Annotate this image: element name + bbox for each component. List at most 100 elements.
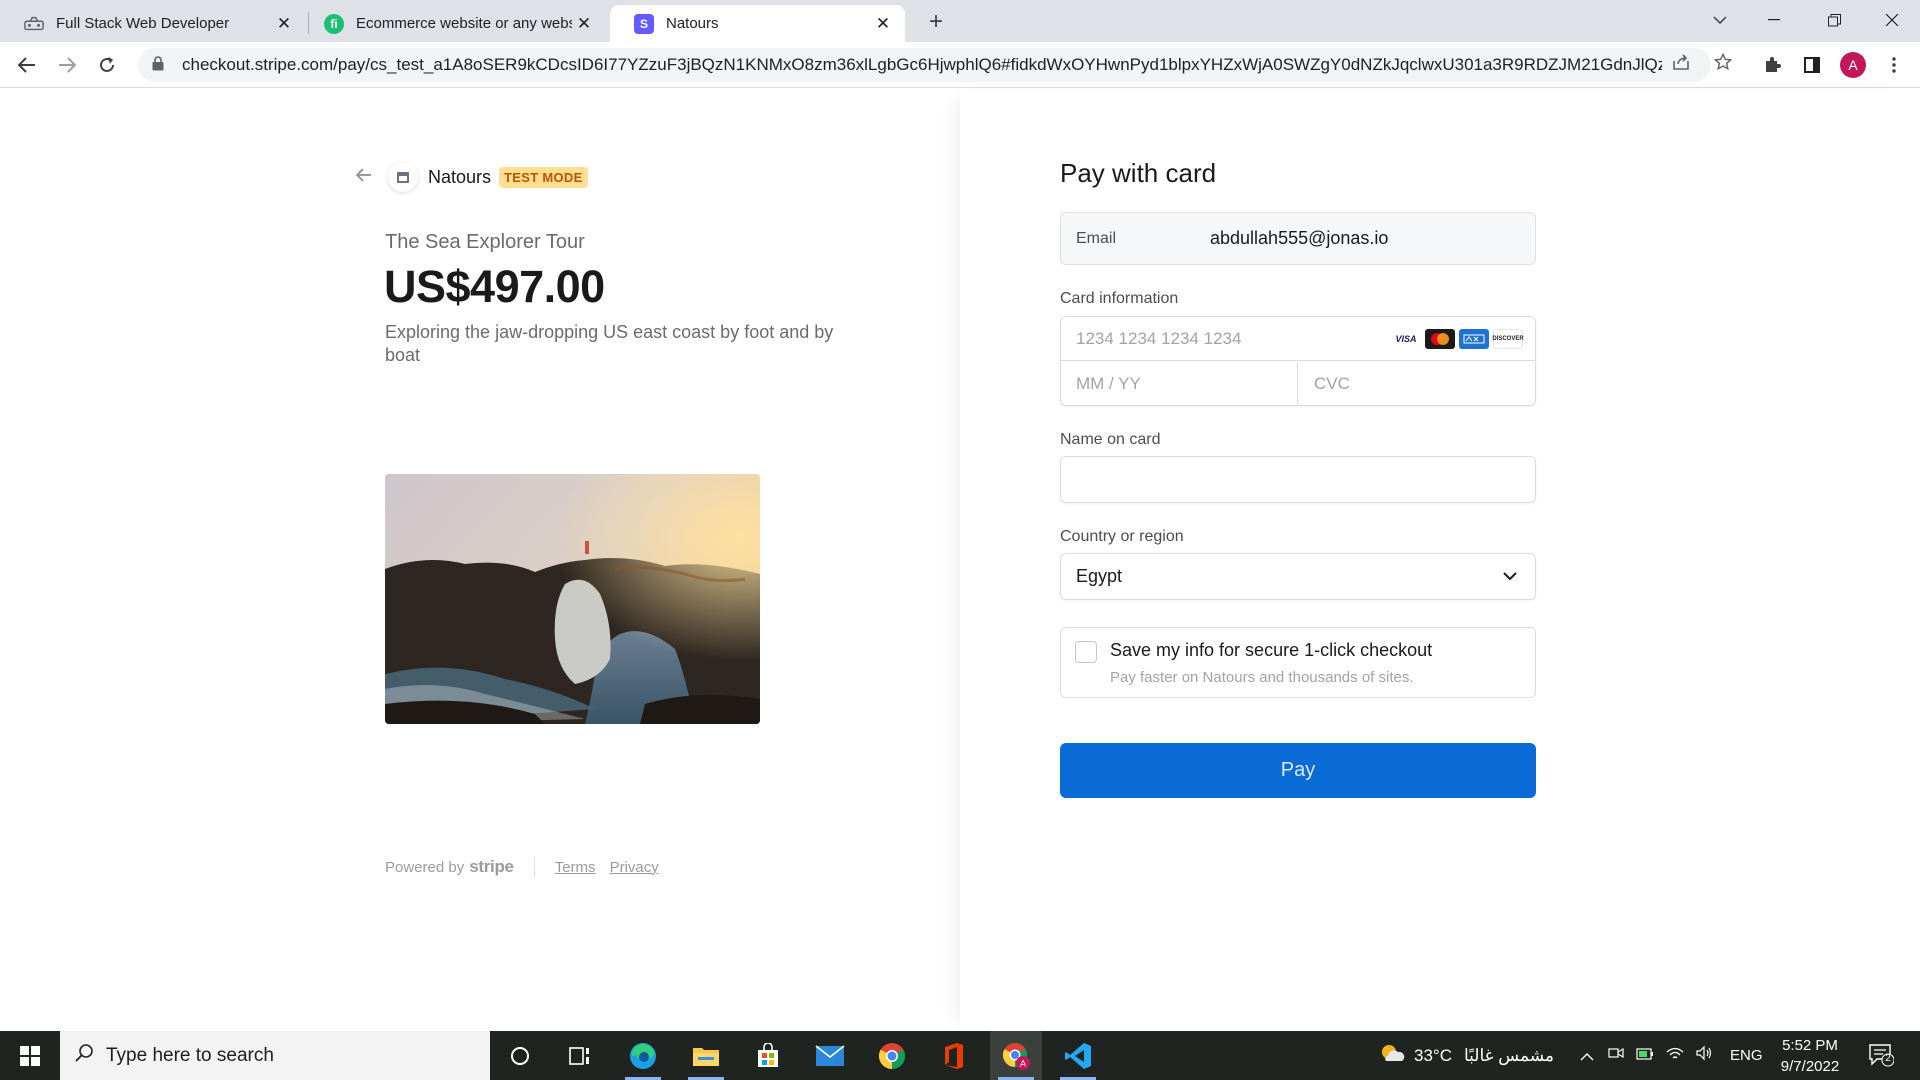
cortana-icon[interactable]	[494, 1031, 546, 1080]
close-window-button[interactable]	[1864, 0, 1920, 40]
tab-title: Ecommerce website or any websi	[356, 15, 572, 32]
wifi-icon[interactable]	[1666, 1046, 1684, 1066]
minimize-button[interactable]	[1746, 0, 1802, 40]
country-value: Egypt	[1076, 566, 1123, 586]
lock-icon[interactable]	[152, 56, 168, 74]
search-icon	[74, 1043, 94, 1069]
forward-button[interactable]	[53, 51, 81, 79]
clock[interactable]: 5:52 PM 9/7/2022	[1770, 1035, 1850, 1077]
clock-date: 9/7/2022	[1780, 1058, 1840, 1075]
save-info-checkbox[interactable]	[1075, 641, 1097, 663]
language-indicator[interactable]: ENG	[1730, 1047, 1763, 1064]
windows-start-button[interactable]	[0, 1031, 60, 1080]
share-icon[interactable]	[1667, 48, 1695, 76]
cvc-input[interactable]: CVC	[1299, 362, 1535, 406]
visa-icon: VISA	[1395, 333, 1417, 344]
tab-upwork[interactable]: Full Stack Web Developer ✕	[0, 5, 306, 42]
edge-icon[interactable]	[617, 1031, 669, 1080]
email-value[interactable]: abdullah555@jonas.io	[1210, 228, 1388, 249]
powered-by-text: Powered by	[385, 858, 465, 876]
file-explorer-icon[interactable]	[680, 1031, 732, 1080]
system-tray: ENG	[1580, 1031, 1763, 1080]
tray-chevron-up-icon[interactable]	[1580, 1046, 1594, 1066]
test-mode-badge: TEST MODE	[499, 166, 588, 188]
card-brands: VISA DISCOVER	[1387, 328, 1524, 349]
windows-taskbar: Type here to search A 33°C مشمس غالبًا E…	[0, 1031, 1920, 1080]
product-price: US$497.00	[384, 261, 605, 312]
close-tab-icon[interactable]: ✕	[572, 12, 596, 36]
notification-center-icon[interactable]: 2	[1868, 1043, 1895, 1067]
country-select[interactable]: Egypt	[1060, 553, 1536, 600]
stripe-icon: S	[634, 13, 654, 34]
side-panel-icon[interactable]	[1798, 51, 1826, 79]
expiry-placeholder: MM / YY	[1076, 374, 1141, 393]
card-information-group: 1234 1234 1234 1234 VISA DISCOVER MM / Y…	[1060, 316, 1536, 406]
save-info-title[interactable]: Save my info for secure 1-click checkout	[1110, 640, 1432, 661]
back-button[interactable]	[13, 51, 41, 79]
fiverr-icon: fi	[324, 13, 344, 34]
card-number-input[interactable]: 1234 1234 1234 1234 VISA DISCOVER	[1061, 317, 1535, 361]
new-tab-button[interactable]: +	[922, 8, 950, 36]
reload-button[interactable]	[93, 51, 121, 79]
mastercard-icon	[1425, 328, 1455, 349]
name-on-card-label: Name on card	[1060, 431, 1161, 448]
svg-text:A: A	[1020, 1058, 1026, 1068]
footer-divider	[533, 857, 535, 877]
weather-temperature: 33°C	[1414, 1045, 1452, 1065]
terms-link[interactable]: Terms	[555, 859, 596, 876]
notification-count: 2	[1885, 1053, 1891, 1064]
bookmark-star-icon[interactable]	[1709, 48, 1737, 76]
tab-fiverr[interactable]: fi Ecommerce website or any websi ✕	[300, 5, 606, 42]
chrome-icon[interactable]	[866, 1031, 918, 1080]
browser-tab-strip: Full Stack Web Developer ✕ fi Ecommerce …	[0, 0, 1920, 42]
amex-icon	[1459, 328, 1489, 349]
search-placeholder: Type here to search	[106, 1044, 274, 1066]
tab-natours[interactable]: S Natours ✕	[610, 5, 905, 42]
weather-widget[interactable]: 33°C مشمس غالبًا	[1378, 1031, 1554, 1080]
battery-icon[interactable]	[1636, 1046, 1654, 1066]
url-text[interactable]: checkout.stripe.com/pay/cs_test_a1A8oSER…	[182, 55, 1662, 75]
microsoft-store-icon[interactable]	[742, 1031, 794, 1080]
profile-avatar[interactable]: A	[1840, 52, 1866, 78]
email-field[interactable]: Email abdullah555@jonas.io	[1060, 212, 1536, 265]
tab-search-chevron-icon[interactable]	[1692, 0, 1748, 40]
product-name: The Sea Explorer Tour	[385, 231, 585, 253]
privacy-link[interactable]: Privacy	[610, 859, 659, 876]
extensions-icon[interactable]	[1758, 51, 1786, 79]
pay-button[interactable]: Pay	[1060, 743, 1536, 798]
vscode-icon[interactable]	[1052, 1031, 1104, 1080]
checkout-header: Natours TEST MODE	[355, 162, 588, 192]
clock-time: 5:52 PM	[1782, 1037, 1838, 1054]
country-label: Country or region	[1060, 528, 1184, 545]
merchant-name[interactable]: Natours	[428, 167, 491, 188]
close-tab-icon[interactable]: ✕	[272, 12, 296, 36]
browser-toolbar: checkout.stripe.com/pay/cs_test_a1A8oSER…	[0, 42, 1920, 88]
name-on-card-input[interactable]	[1060, 456, 1536, 503]
menu-kebab-icon[interactable]	[1880, 51, 1908, 79]
stripe-logo[interactable]: stripe	[469, 857, 514, 877]
tab-title: Natours	[666, 15, 719, 32]
restore-button[interactable]	[1806, 0, 1862, 40]
close-tab-icon[interactable]: ✕	[871, 12, 895, 36]
address-bar[interactable]: checkout.stripe.com/pay/cs_test_a1A8oSER…	[138, 48, 1711, 82]
chrome-profile-icon[interactable]: A	[990, 1031, 1042, 1080]
task-view-icon[interactable]	[554, 1031, 606, 1080]
office-icon[interactable]	[928, 1031, 980, 1080]
card-information-label: Card information	[1060, 290, 1179, 307]
email-label: Email	[1076, 229, 1117, 247]
product-description: Exploring the jaw-dropping US east coast…	[385, 322, 834, 365]
upwork-icon	[24, 14, 44, 34]
mail-icon[interactable]	[804, 1031, 856, 1080]
taskbar-search-box[interactable]: Type here to search	[60, 1031, 490, 1080]
volume-icon[interactable]	[1696, 1045, 1714, 1066]
card-number-placeholder: 1234 1234 1234 1234	[1076, 328, 1242, 348]
discover-icon: DISCOVER	[1492, 328, 1524, 349]
expiry-input[interactable]: MM / YY	[1061, 362, 1298, 406]
cvc-placeholder: CVC	[1314, 374, 1350, 393]
meet-now-icon[interactable]	[1608, 1045, 1624, 1066]
store-icon	[388, 162, 418, 192]
chevron-down-icon	[1501, 568, 1519, 586]
save-info-subtitle: Pay faster on Natours and thousands of s…	[1110, 669, 1414, 686]
weather-description: مشمس غالبًا	[1463, 1045, 1555, 1065]
back-arrow-icon[interactable]	[355, 166, 380, 188]
